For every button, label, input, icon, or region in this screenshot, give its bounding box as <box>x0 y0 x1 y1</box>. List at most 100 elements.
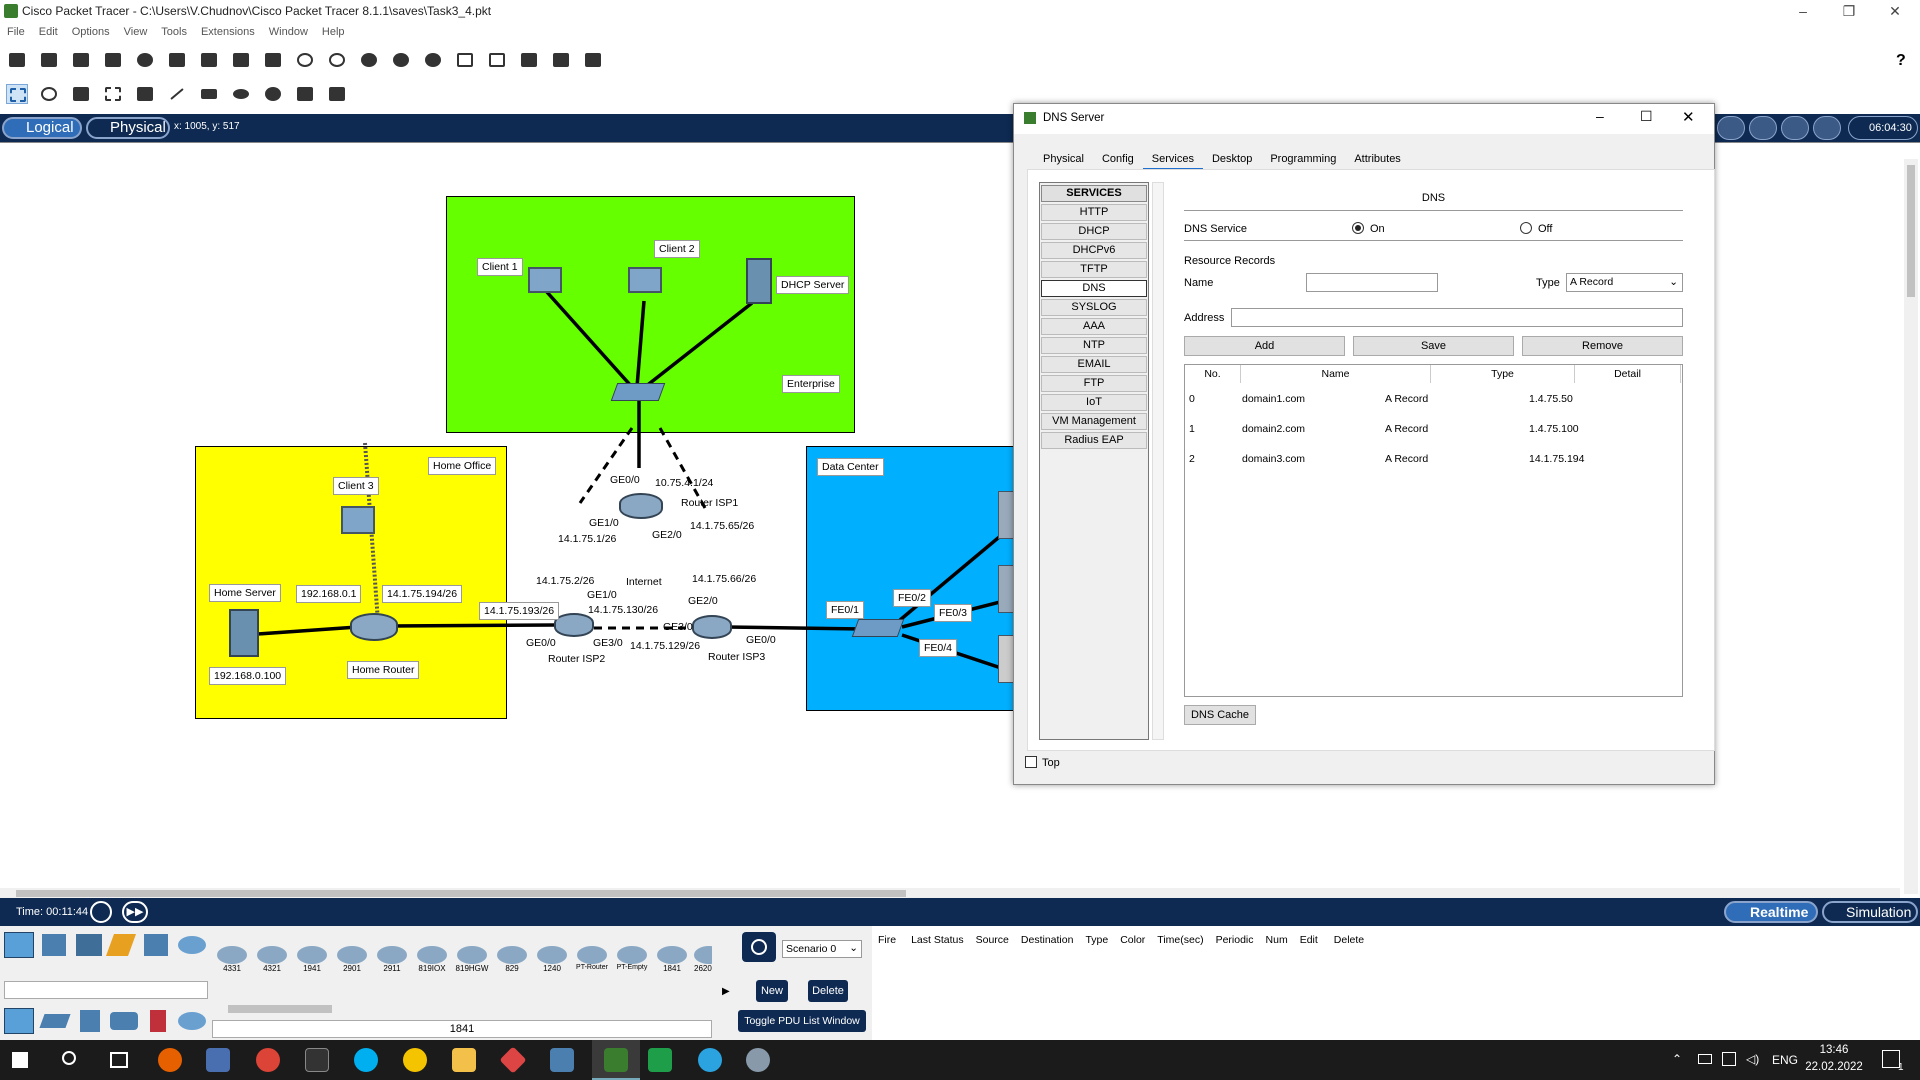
clock-time[interactable]: 13:46 <box>1808 1044 1860 1056</box>
custom-device-icon[interactable] <box>486 50 508 70</box>
new-file-icon[interactable] <box>6 50 28 70</box>
address-input[interactable] <box>1231 308 1683 327</box>
select-icon[interactable] <box>6 84 28 104</box>
draw-palette-icon[interactable] <box>454 50 476 70</box>
model-1841[interactable]: 1841 <box>654 946 690 973</box>
delete-scenario-button[interactable]: Delete <box>808 980 848 1002</box>
tab-attributes[interactable]: Attributes <box>1345 150 1409 168</box>
service-tftp[interactable]: TFTP <box>1041 261 1147 278</box>
paste-icon[interactable] <box>262 50 284 70</box>
end-devices-icon[interactable] <box>42 934 66 956</box>
telegram-icon[interactable] <box>698 1048 722 1072</box>
vertical-scrollbar[interactable] <box>1904 159 1918 894</box>
model-pt-router[interactable]: PT-Router <box>574 946 610 971</box>
service-ftp[interactable]: FTP <box>1041 375 1147 392</box>
wireless-icon[interactable] <box>110 1012 138 1030</box>
model-2911[interactable]: 2911 <box>374 946 410 973</box>
copy-icon[interactable] <box>230 50 252 70</box>
save-button[interactable]: Save <box>1353 336 1514 356</box>
service-dhcpv6[interactable]: DHCPv6 <box>1041 242 1147 259</box>
client3-laptop-icon[interactable] <box>341 506 375 534</box>
service-iot[interactable]: IoT <box>1041 394 1147 411</box>
menu-file[interactable]: File <box>0 24 32 40</box>
model-4331[interactable]: 4331 <box>214 946 250 973</box>
model-819hgw[interactable]: 819HGW <box>454 946 490 973</box>
enterprise-switch-icon[interactable] <box>610 383 666 401</box>
services-scrollbar[interactable] <box>1152 182 1164 740</box>
zoom-in-icon[interactable] <box>358 50 380 70</box>
redo-icon[interactable] <box>326 50 348 70</box>
view-workspace-icon[interactable] <box>518 50 540 70</box>
complex-pdu-icon[interactable] <box>326 84 348 104</box>
zoom-out-icon[interactable] <box>422 50 444 70</box>
model-pt-empty[interactable]: PT-Empty <box>614 946 650 971</box>
table-row[interactable]: 1 domain2.com A Record 1.4.75.100 <box>1185 423 1682 443</box>
menu-edit[interactable]: Edit <box>32 24 65 40</box>
router-isp2-icon[interactable] <box>554 613 594 637</box>
menu-extensions[interactable]: Extensions <box>194 24 262 40</box>
service-dhcp[interactable]: DHCP <box>1041 223 1147 240</box>
app-icon-9[interactable] <box>550 1048 574 1072</box>
network-devices-icon[interactable] <box>4 932 34 958</box>
model-829[interactable]: 829 <box>494 946 530 973</box>
model-2620[interactable]: 2620 <box>694 946 712 973</box>
restore-icon[interactable]: ❐ <box>1826 0 1872 24</box>
client2-pc-icon[interactable] <box>628 267 662 293</box>
clock-date[interactable]: 22.02.2022 <box>1802 1061 1866 1073</box>
home-router-icon[interactable] <box>350 613 398 641</box>
network-info-icon[interactable] <box>198 50 220 70</box>
router-isp1-icon[interactable] <box>619 493 663 519</box>
freeform-icon[interactable] <box>262 84 284 104</box>
info-icon[interactable] <box>134 50 156 70</box>
search-icon[interactable] <box>62 1051 76 1065</box>
terminal-icon[interactable] <box>305 1048 329 1072</box>
1c-icon[interactable] <box>403 1048 427 1072</box>
tab-desktop[interactable]: Desktop <box>1203 150 1261 168</box>
set-background-icon[interactable] <box>1813 116 1841 140</box>
model-1240[interactable]: 1240 <box>534 946 570 973</box>
service-http[interactable]: HTTP <box>1041 204 1147 221</box>
app-icon-8[interactable] <box>499 1046 527 1074</box>
tab-config[interactable]: Config <box>1093 150 1143 168</box>
menu-view[interactable]: View <box>117 24 155 40</box>
client1-pc-icon[interactable] <box>528 267 562 293</box>
power-cycle-icon[interactable] <box>90 901 112 923</box>
skype-icon[interactable] <box>354 1048 378 1072</box>
wizard-icon[interactable] <box>166 50 188 70</box>
model-819iox[interactable]: 819IOX <box>414 946 450 973</box>
model-scrollbar[interactable] <box>212 1002 712 1016</box>
top-checkbox[interactable] <box>1025 756 1037 768</box>
connections-icon[interactable] <box>105 934 137 956</box>
menu-window[interactable]: Window <box>262 24 315 40</box>
switches-icon[interactable] <box>39 1014 71 1028</box>
task-view-icon[interactable] <box>110 1052 128 1068</box>
inspect-icon[interactable] <box>38 84 60 104</box>
physical-tab[interactable]: Physical <box>86 117 170 139</box>
router-isp3-icon[interactable] <box>692 615 732 639</box>
wan-emulation-icon[interactable] <box>178 1012 206 1030</box>
chrome-icon[interactable] <box>256 1048 280 1072</box>
dialog-maximize-icon[interactable]: ☐ <box>1640 108 1653 125</box>
dns-on-radio[interactable] <box>1352 222 1364 234</box>
tab-services[interactable]: Services <box>1142 150 1203 171</box>
logical-tab[interactable]: Logical <box>2 117 82 139</box>
dialog-close-icon[interactable]: ✕ <box>1682 108 1695 126</box>
cloud-icon[interactable] <box>582 50 604 70</box>
line-icon[interactable] <box>166 84 188 104</box>
misc-icon[interactable] <box>144 934 168 956</box>
service-ntp[interactable]: NTP <box>1041 337 1147 354</box>
simple-pdu-icon[interactable] <box>294 84 316 104</box>
home-server-icon[interactable] <box>229 609 259 657</box>
network-icon[interactable] <box>1722 1052 1736 1066</box>
name-input[interactable] <box>1306 273 1438 292</box>
excel-icon[interactable] <box>648 1048 672 1072</box>
table-row[interactable]: 2 domain3.com A Record 14.1.75.194 <box>1185 453 1682 473</box>
help-icon[interactable]: ? <box>1896 52 1906 70</box>
fast-forward-icon[interactable]: ▶▶ <box>122 901 148 923</box>
service-aaa[interactable]: AAA <box>1041 318 1147 335</box>
remove-button[interactable]: Remove <box>1522 336 1683 356</box>
security-icon[interactable] <box>150 1010 166 1032</box>
add-button[interactable]: Add <box>1184 336 1345 356</box>
new-scenario-button[interactable]: New <box>756 980 788 1002</box>
routers-icon[interactable] <box>4 1008 34 1034</box>
